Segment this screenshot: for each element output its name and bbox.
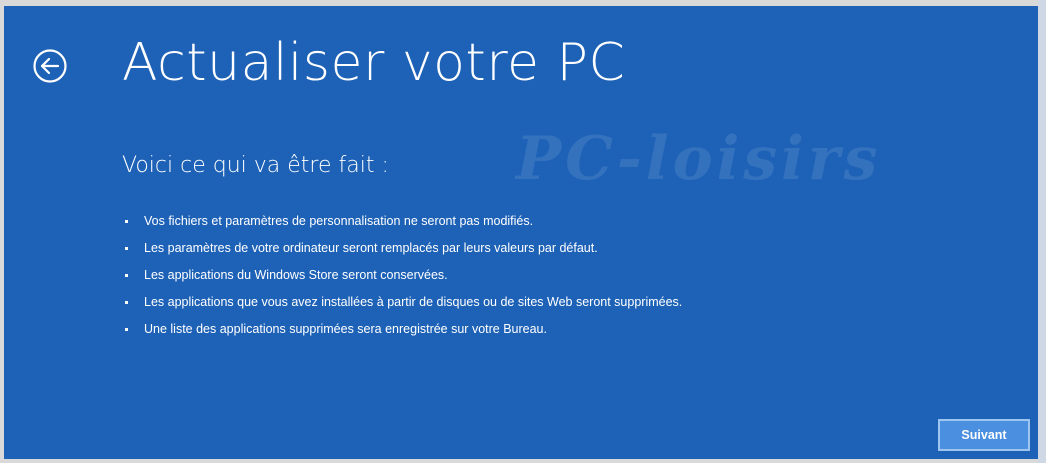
list-item: Vos fichiers et paramètres de personnali… — [122, 208, 682, 235]
changes-list: Vos fichiers et paramètres de personnali… — [122, 208, 682, 343]
watermark-logo: PC-loisirs — [516, 124, 882, 194]
window-frame-edge — [1038, 0, 1046, 463]
page-title: Actualiser votre PC — [122, 33, 626, 93]
refresh-pc-screen: Actualiser votre PC PC-loisirs Voici ce … — [4, 6, 1038, 459]
back-arrow-circle-icon — [33, 49, 67, 83]
back-button[interactable] — [32, 48, 68, 84]
next-button[interactable]: Suivant — [938, 419, 1030, 451]
list-item: Les paramètres de votre ordinateur seron… — [122, 235, 682, 262]
section-subtitle: Voici ce qui va être fait : — [122, 153, 389, 178]
list-item: Les applications du Windows Store seront… — [122, 262, 682, 289]
list-item: Une liste des applications supprimées se… — [122, 316, 682, 343]
list-item: Les applications que vous avez installée… — [122, 289, 682, 316]
